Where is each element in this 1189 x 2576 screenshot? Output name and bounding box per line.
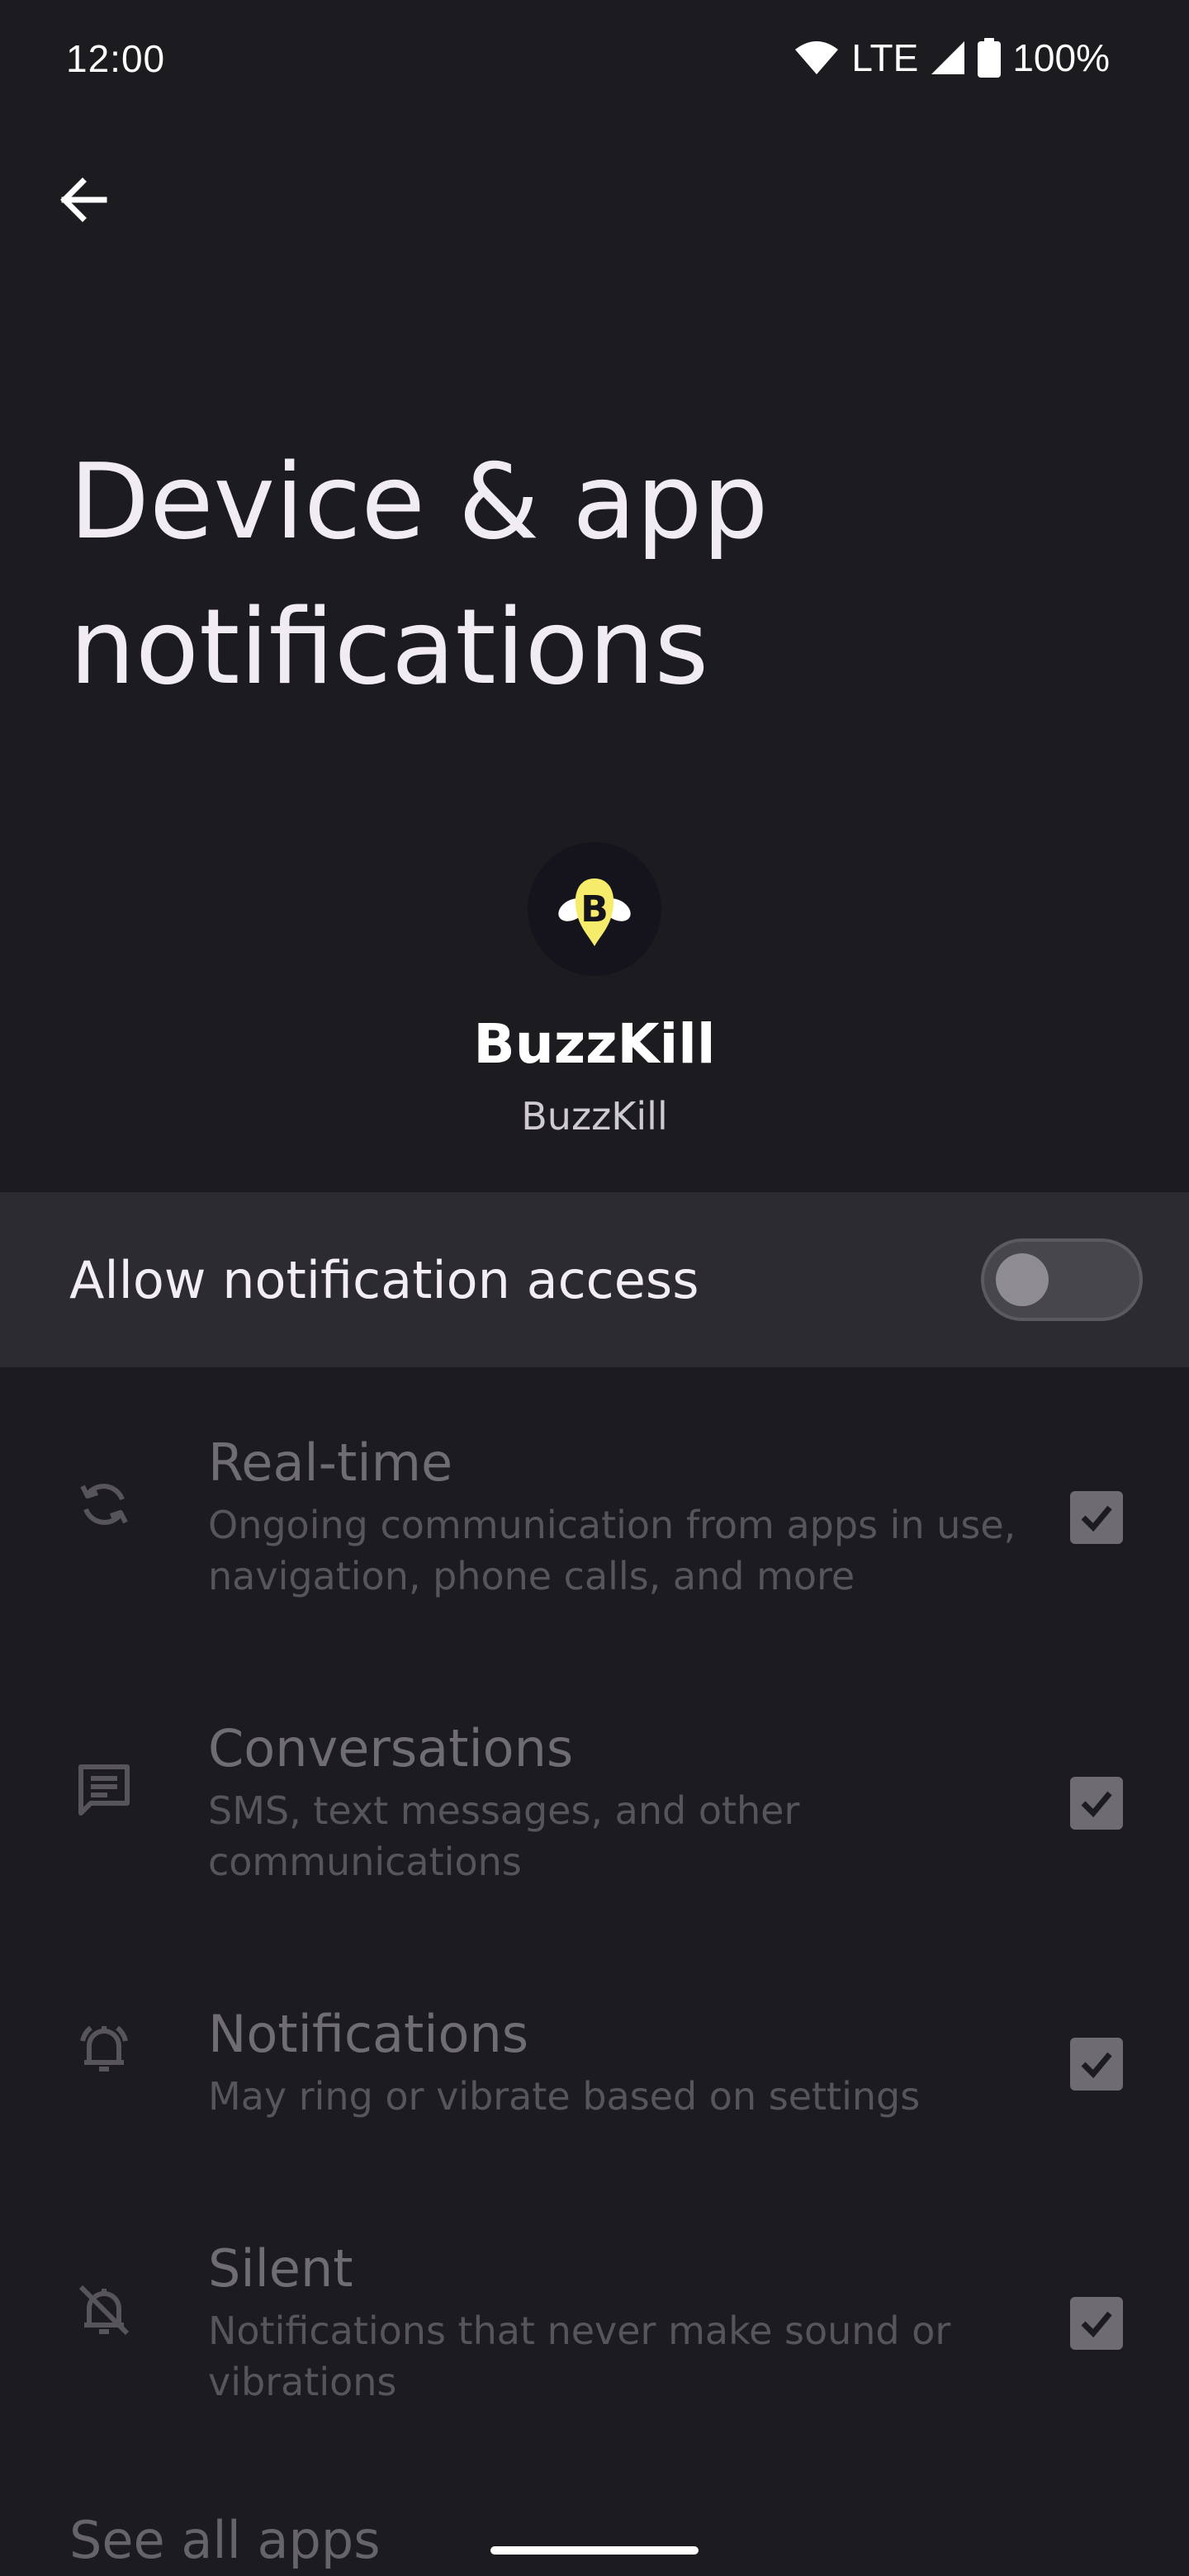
type-row-notifications[interactable]: Notifications May ring or vibrate based … xyxy=(0,1975,1189,2223)
see-all-apps-link[interactable]: See all apps xyxy=(69,2510,381,2570)
app-name: BuzzKill xyxy=(473,1012,716,1076)
svg-text:B: B xyxy=(580,888,609,930)
battery-icon xyxy=(978,38,1002,78)
status-indicators: LTE 100% xyxy=(793,33,1110,83)
type-row-conversations[interactable]: Conversations SMS, text messages, and ot… xyxy=(0,1689,1189,1937)
type-text: Silent Notifications that never make sou… xyxy=(208,2236,1017,2408)
allow-notification-access-label: Allow notification access xyxy=(69,1250,699,1310)
type-description: May ring or vibrate based on settings xyxy=(208,2074,921,2119)
type-row-silent[interactable]: Silent Notifications that never make sou… xyxy=(0,2209,1189,2457)
arrow-back-icon xyxy=(56,173,109,230)
notification-access-switch[interactable] xyxy=(981,1238,1143,1321)
type-text: Conversations SMS, text messages, and ot… xyxy=(208,1716,1017,1887)
sync-icon xyxy=(64,1465,144,1544)
type-checkbox[interactable] xyxy=(1070,1491,1123,1544)
battery-percent: 100% xyxy=(1012,36,1110,79)
type-row-real-time[interactable]: Real-time Ongoing communication from app… xyxy=(0,1404,1189,1651)
type-title: Conversations xyxy=(208,1718,574,1778)
switch-thumb xyxy=(996,1253,1049,1306)
bell-ring-icon xyxy=(64,2008,144,2087)
type-checkbox[interactable] xyxy=(1070,1777,1123,1830)
buzzkill-bee-icon: B xyxy=(528,842,661,976)
type-title: Notifications xyxy=(208,2004,529,2064)
type-title: Silent xyxy=(208,2238,353,2299)
back-button[interactable] xyxy=(46,165,119,238)
allow-notification-access-row[interactable]: Allow notification access xyxy=(0,1192,1189,1367)
page-title: Device & app notifications xyxy=(69,441,769,708)
type-description: Notifications that never make sound or v… xyxy=(208,2308,951,2404)
type-checkbox[interactable] xyxy=(1070,2038,1123,2091)
gesture-nav-handle[interactable] xyxy=(490,2546,699,2555)
cell-signal-icon xyxy=(930,40,966,76)
bell-off-icon xyxy=(64,2271,144,2350)
type-title: Real-time xyxy=(208,1432,453,1493)
app-package: BuzzKill xyxy=(521,1094,668,1139)
type-description: Ongoing communication from apps in use, … xyxy=(208,1503,1016,1598)
type-text: Real-time Ongoing communication from app… xyxy=(208,1430,1017,1602)
type-text: Notifications May ring or vibrate based … xyxy=(208,2001,1017,2122)
type-description: SMS, text messages, and other communicat… xyxy=(208,1788,800,1884)
network-label: LTE xyxy=(851,36,919,79)
type-checkbox[interactable] xyxy=(1070,2297,1123,2350)
wifi-icon xyxy=(793,40,840,76)
message-icon xyxy=(64,1750,144,1830)
status-time: 12:00 xyxy=(66,37,166,80)
status-bar: 12:00 LTE 100% xyxy=(0,0,1189,119)
app-header: B BuzzKill BuzzKill xyxy=(0,842,1189,1139)
